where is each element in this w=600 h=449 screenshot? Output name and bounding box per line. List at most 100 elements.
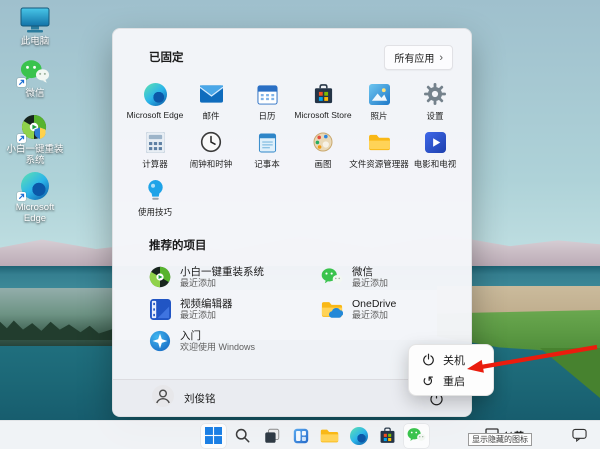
onedrive-icon (321, 298, 343, 320)
app-label: 邮件 (202, 111, 220, 121)
recommended-item-xiaobai[interactable]: 小白一键重装系统 最近添加 (149, 261, 321, 293)
start-button[interactable] (201, 423, 226, 448)
chevron-right-icon: › (439, 51, 443, 64)
shortcut-arrow-badge (17, 134, 26, 143)
power-flyout-menu: 关机 ↺ 重启 (408, 344, 494, 396)
clock-icon (199, 130, 223, 154)
user-avatar-icon (151, 384, 175, 413)
shutdown-menu-item[interactable]: 关机 (409, 349, 493, 370)
pinned-app-calendar[interactable]: 日历 (239, 79, 295, 127)
recommended-subtitle: 最近添加 (180, 309, 217, 320)
desktop-icon-label: 微信 (25, 88, 45, 99)
desktop-icon-xiaobai[interactable]: 小白一键重装系统 (0, 114, 70, 166)
task-view-icon (264, 428, 279, 443)
search-icon (235, 428, 250, 443)
taskbar-store-button[interactable] (375, 424, 400, 448)
recommended-subtitle: 最近添加 (180, 277, 217, 288)
desktop-icon-label: 小白一键重装系统 (6, 144, 64, 166)
xiaobai-reinstall-icon (149, 266, 171, 288)
desktop-icon-edge[interactable]: Microsoft Edge (0, 172, 70, 224)
app-label: 照片 (370, 111, 388, 121)
wechat-icon (407, 428, 426, 441)
paint-palette-icon (311, 130, 335, 154)
taskbar-center-icons (201, 423, 429, 448)
edge-icon (143, 82, 167, 106)
shortcut-arrow-badge (17, 192, 26, 201)
all-apps-button[interactable]: 所有应用 › (384, 45, 453, 70)
wechat-icon (17, 58, 50, 87)
photos-icon (367, 82, 391, 106)
pinned-app-store[interactable]: Microsoft Store (294, 79, 352, 127)
recommended-subtitle: 最近添加 (352, 277, 389, 288)
tray-tooltip: 显示隐藏的图标 (468, 433, 532, 446)
app-label: 使用技巧 (137, 207, 172, 217)
notification-center-button[interactable] (572, 428, 587, 447)
task-view-button[interactable] (259, 424, 284, 448)
recommended-item-get-started[interactable]: 入门 欢迎使用 Windows (149, 325, 321, 357)
app-label: Microsoft Edge (126, 110, 184, 120)
pinned-app-clock[interactable]: 闹钟和时钟 (183, 127, 239, 175)
recommended-item-video-editor[interactable]: 视频编辑器 最近添加 (149, 293, 321, 325)
pinned-app-tips[interactable]: 使用技巧 (127, 175, 183, 223)
app-label: 日历 (258, 111, 276, 121)
app-label: Microsoft Store (294, 110, 352, 120)
edge-icon (349, 426, 368, 445)
user-name: 刘俊铭 (184, 392, 216, 405)
mail-icon (199, 82, 223, 106)
recommended-title: 入门 (180, 329, 201, 342)
app-label: 画图 (314, 159, 332, 169)
recommended-title: 小白一键重装系统 (180, 265, 264, 278)
all-apps-label: 所有应用 (394, 54, 435, 65)
notification-bubble-icon (572, 428, 587, 443)
movies-tv-icon (423, 130, 447, 154)
gear-icon (423, 82, 447, 106)
desktop-icon-label: 此电脑 (20, 36, 50, 47)
desktop: 此电脑 微信 小白一键重装系统 Microsoft Edge 已固定 所有应用 … (0, 0, 600, 449)
taskbar-wechat-button[interactable] (404, 423, 429, 448)
edge-icon (17, 172, 50, 201)
widgets-button[interactable] (288, 424, 313, 448)
restart-icon: ↺ (422, 372, 434, 389)
pinned-app-photos[interactable]: 照片 (351, 79, 407, 127)
app-label: 计算器 (142, 159, 168, 169)
app-label: 设置 (426, 111, 444, 121)
calculator-icon (143, 130, 167, 154)
recommended-subtitle: 欢迎使用 Windows (180, 341, 256, 352)
microsoft-store-icon (380, 427, 395, 443)
pinned-app-edge[interactable]: Microsoft Edge (127, 79, 183, 127)
pinned-apps-grid: Microsoft Edge 邮件 日历 Microsoft Store 照片 … (127, 79, 467, 223)
app-label: 文件资源管理器 (349, 159, 409, 169)
pinned-app-file-explorer[interactable]: 文件资源管理器 (349, 127, 409, 175)
microsoft-store-icon (311, 82, 335, 106)
pinned-app-movies-tv[interactable]: 电影和电视 (407, 127, 463, 175)
calendar-icon (255, 82, 279, 106)
recommended-title: 微信 (352, 265, 373, 278)
pinned-app-paint[interactable]: 画图 (295, 127, 351, 175)
pinned-section-header: 已固定 (149, 52, 184, 64)
lightbulb-icon (143, 178, 167, 202)
this-pc-icon (20, 6, 50, 34)
recommended-grid: 小白一键重装系统 最近添加 微信 最近添加 视频编辑器 最近添加 OneDrive 最近… (149, 261, 449, 357)
widgets-icon (293, 428, 308, 443)
taskbar-file-explorer-button[interactable] (317, 424, 342, 448)
restart-menu-item[interactable]: ↺ 重启 (409, 370, 493, 391)
recommended-item-wechat[interactable]: 微信 最近添加 (321, 261, 449, 293)
recommended-section-header: 推荐的项目 (149, 240, 207, 252)
recommended-item-onedrive[interactable]: OneDrive 最近添加 (321, 293, 449, 325)
pinned-app-mail[interactable]: 邮件 (183, 79, 239, 127)
pinned-app-settings[interactable]: 设置 (407, 79, 463, 127)
shutdown-label: 关机 (443, 354, 465, 367)
get-started-icon (149, 330, 171, 352)
xiaobai-reinstall-icon (17, 114, 50, 143)
desktop-icon-wechat[interactable]: 微信 (0, 58, 70, 99)
taskbar-edge-button[interactable] (346, 424, 371, 448)
desktop-icon-this-pc[interactable]: 此电脑 (0, 6, 70, 47)
pinned-app-calculator[interactable]: 计算器 (127, 127, 183, 175)
shortcut-arrow-badge (17, 78, 26, 87)
user-profile-button[interactable]: 刘俊铭 (151, 384, 216, 413)
pinned-app-notepad[interactable]: 记事本 (239, 127, 295, 175)
taskbar-search-button[interactable] (230, 424, 255, 448)
folder-icon (367, 130, 391, 154)
app-label: 闹钟和时钟 (189, 159, 233, 169)
recommended-title: OneDrive (352, 297, 397, 310)
